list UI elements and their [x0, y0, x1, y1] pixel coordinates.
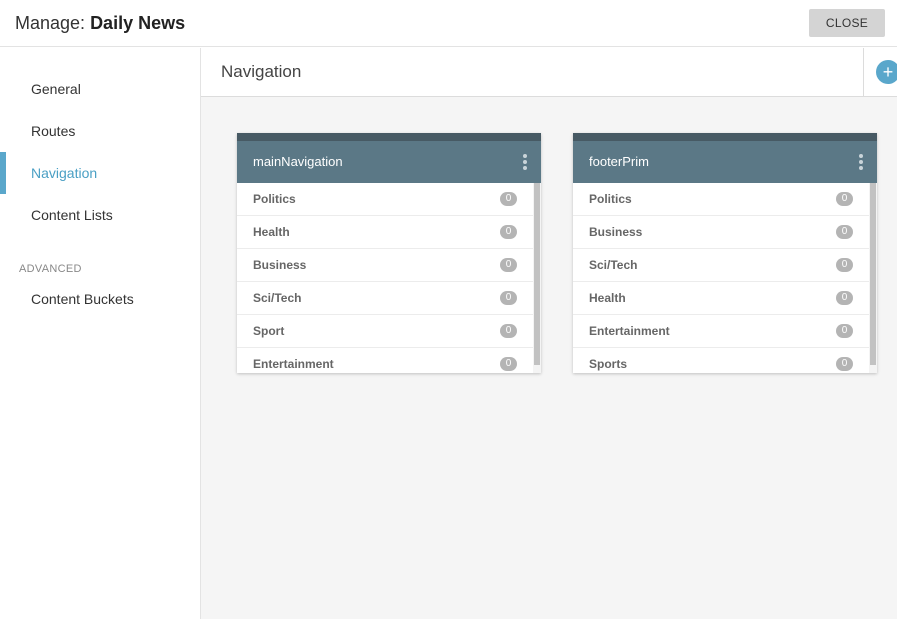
card-header: mainNavigation — [237, 141, 541, 183]
menu-card-footer-prim: footerPrim Politics 0 Business 0 Sci/Tech 0… — [573, 133, 877, 373]
count-badge: 0 — [500, 324, 517, 338]
menu-card-main-navigation: mainNavigation Politics 0 Health 0 Busines… — [237, 133, 541, 373]
item-label: Entertainment — [589, 324, 670, 338]
count-badge: 0 — [500, 357, 517, 371]
page-title-prefix: Manage: — [15, 13, 91, 33]
list-item[interactable]: Business 0 — [237, 249, 533, 282]
card-header: footerPrim — [573, 141, 877, 183]
main-header: Navigation + — [201, 48, 897, 97]
count-badge: 0 — [836, 192, 853, 206]
sidebar-item-general[interactable]: General — [0, 68, 200, 110]
count-badge: 0 — [500, 192, 517, 206]
count-badge: 0 — [500, 291, 517, 305]
sidebar-item-navigation[interactable]: Navigation — [0, 152, 200, 194]
list-item[interactable]: Sci/Tech 0 — [237, 282, 533, 315]
scrollbar-thumb[interactable] — [534, 183, 540, 365]
item-label: Sci/Tech — [589, 258, 638, 272]
item-label: Health — [589, 291, 626, 305]
card-title: mainNavigation — [253, 154, 343, 169]
sidebar-item-content-lists[interactable]: Content Lists — [0, 194, 200, 236]
item-label: Sport — [253, 324, 285, 338]
sidebar: General Routes Navigation Content Lists … — [0, 48, 201, 619]
item-label: Health — [253, 225, 290, 239]
scrollbar[interactable] — [533, 183, 541, 373]
list-item[interactable]: Politics 0 — [573, 183, 869, 216]
list-item[interactable]: Sport 0 — [237, 315, 533, 348]
item-label: Business — [589, 225, 643, 239]
list-item[interactable]: Sports 0 — [573, 348, 869, 373]
item-label: Politics — [253, 192, 296, 206]
list-item[interactable]: Sci/Tech 0 — [573, 249, 869, 282]
content-area: mainNavigation Politics 0 Health 0 Busines… — [201, 97, 897, 619]
count-badge: 0 — [836, 291, 853, 305]
close-button[interactable]: CLOSE — [809, 9, 885, 37]
card-top-strip — [573, 133, 877, 141]
menu-item-list: Politics 0 Business 0 Sci/Tech 0 Health 0 En… — [573, 183, 869, 373]
count-badge: 0 — [836, 225, 853, 239]
add-menu-button[interactable]: + — [876, 60, 897, 84]
section-title: Navigation — [221, 62, 302, 81]
count-badge: 0 — [836, 324, 853, 338]
sidebar-item-routes[interactable]: Routes — [0, 110, 200, 152]
site-name: Daily News — [90, 13, 186, 33]
count-badge: 0 — [836, 258, 853, 272]
item-label: Politics — [589, 192, 632, 206]
list-item[interactable]: Health 0 — [573, 282, 869, 315]
plus-icon: + — [882, 62, 894, 82]
scrollbar-thumb[interactable] — [870, 183, 876, 365]
card-title: footerPrim — [589, 154, 649, 169]
sidebar-item-content-buckets[interactable]: Content Buckets — [0, 278, 200, 320]
count-badge: 0 — [836, 357, 853, 371]
page-title: Manage: Daily News — [15, 12, 185, 34]
item-label: Sports — [589, 357, 628, 371]
list-item[interactable]: Business 0 — [573, 216, 869, 249]
section-label-advanced: ADVANCED — [19, 263, 82, 275]
item-label: Sci/Tech — [253, 291, 302, 305]
list-item[interactable]: Health 0 — [237, 216, 533, 249]
item-label: Entertainment — [253, 357, 334, 371]
list-item[interactable]: Entertainment 0 — [573, 315, 869, 348]
count-badge: 0 — [500, 258, 517, 272]
header-divider — [863, 48, 864, 96]
more-options-icon[interactable] — [857, 154, 865, 170]
top-bar: Manage: Daily News CLOSE — [0, 0, 897, 47]
more-options-icon[interactable] — [521, 154, 529, 170]
count-badge: 0 — [500, 225, 517, 239]
card-top-strip — [237, 133, 541, 141]
scrollbar[interactable] — [869, 183, 877, 373]
menu-item-list: Politics 0 Health 0 Business 0 Sci/Tech 0 Sp… — [237, 183, 533, 373]
item-label: Business — [253, 258, 307, 272]
list-item[interactable]: Entertainment 0 — [237, 348, 533, 373]
list-item[interactable]: Politics 0 — [237, 183, 533, 216]
